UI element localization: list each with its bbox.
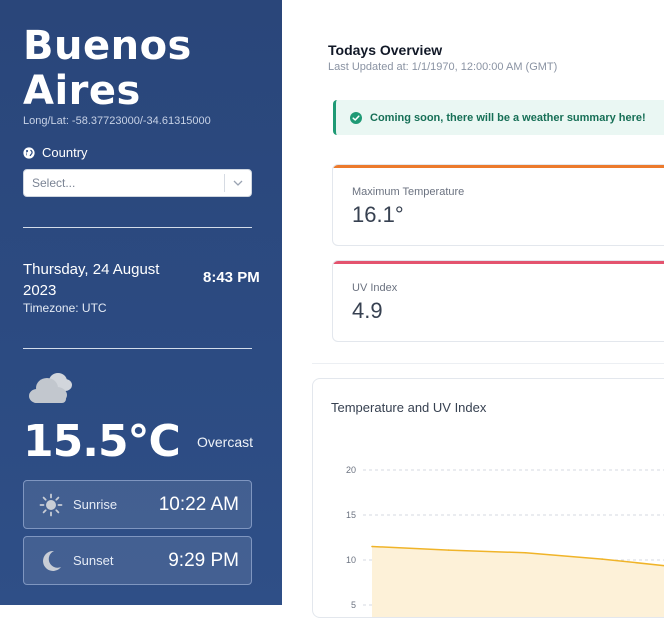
cloud-icon [27,368,75,406]
chevron-down-icon[interactable] [225,180,251,186]
weather-summary-alert: Coming soon, there will be a weather sum… [333,100,664,135]
timezone: Timezone: UTC [23,301,107,315]
max-temperature-card: Maximum Temperature 16.1° [332,164,664,246]
country-label-row: Country [23,145,88,160]
sunset-time: 9:29 PM [168,550,239,572]
sunrise-box: Sunrise 10:22 AM [23,480,252,529]
uv-index-card: UV Index 4.9 [332,260,664,342]
country-select[interactable]: Select... [23,169,252,197]
y-tick-label: 5 [351,600,356,610]
current-date: Thursday, 24 August 2023 [23,259,183,301]
card-value: 4.9 [352,298,383,324]
card-label: Maximum Temperature [352,186,464,198]
temperature-uv-chart-card: Temperature and UV Index 2015105 [312,378,664,618]
y-tick-label: 15 [346,510,356,520]
coordinates: Long/Lat: -58.37723000/-34.61315000 [23,115,211,127]
check-circle-icon [350,112,362,124]
city-name: Buenos Aires [23,24,263,114]
sunset-label: Sunset [73,553,168,568]
globe-icon [23,147,35,159]
temperature-uv-chart: 20 15 10 5 [313,379,664,618]
current-time: 8:43 PM [203,267,263,288]
overview-title: Todays Overview [328,42,442,58]
card-accent-bar [333,165,664,168]
divider [23,227,252,228]
sunrise-time: 10:22 AM [159,494,239,516]
series-area [372,547,664,618]
current-temperature: 15.5°C [23,416,180,467]
data-point [371,546,373,548]
card-label: UV Index [352,282,397,294]
y-tick-label: 20 [346,465,356,475]
data-point [525,552,527,554]
moon-icon [39,549,63,573]
card-value: 16.1° [352,202,404,228]
sunrise-label: Sunrise [73,497,159,512]
data-point [448,549,450,551]
sidebar: Buenos Aires Long/Lat: -58.37723000/-34.… [0,0,282,605]
last-updated: Last Updated at: 1/1/1970, 12:00:00 AM (… [328,61,557,73]
alert-text: Coming soon, there will be a weather sum… [370,112,646,124]
sun-icon [39,493,63,517]
sunset-box: Sunset 9:29 PM [23,536,252,585]
card-accent-bar [333,261,664,264]
weather-condition: Overcast [197,434,253,450]
section-divider [312,363,664,364]
country-select-placeholder: Select... [24,176,224,190]
y-tick-label: 10 [346,555,356,565]
data-point [601,558,603,560]
divider [23,348,252,349]
country-label: Country [42,145,88,160]
